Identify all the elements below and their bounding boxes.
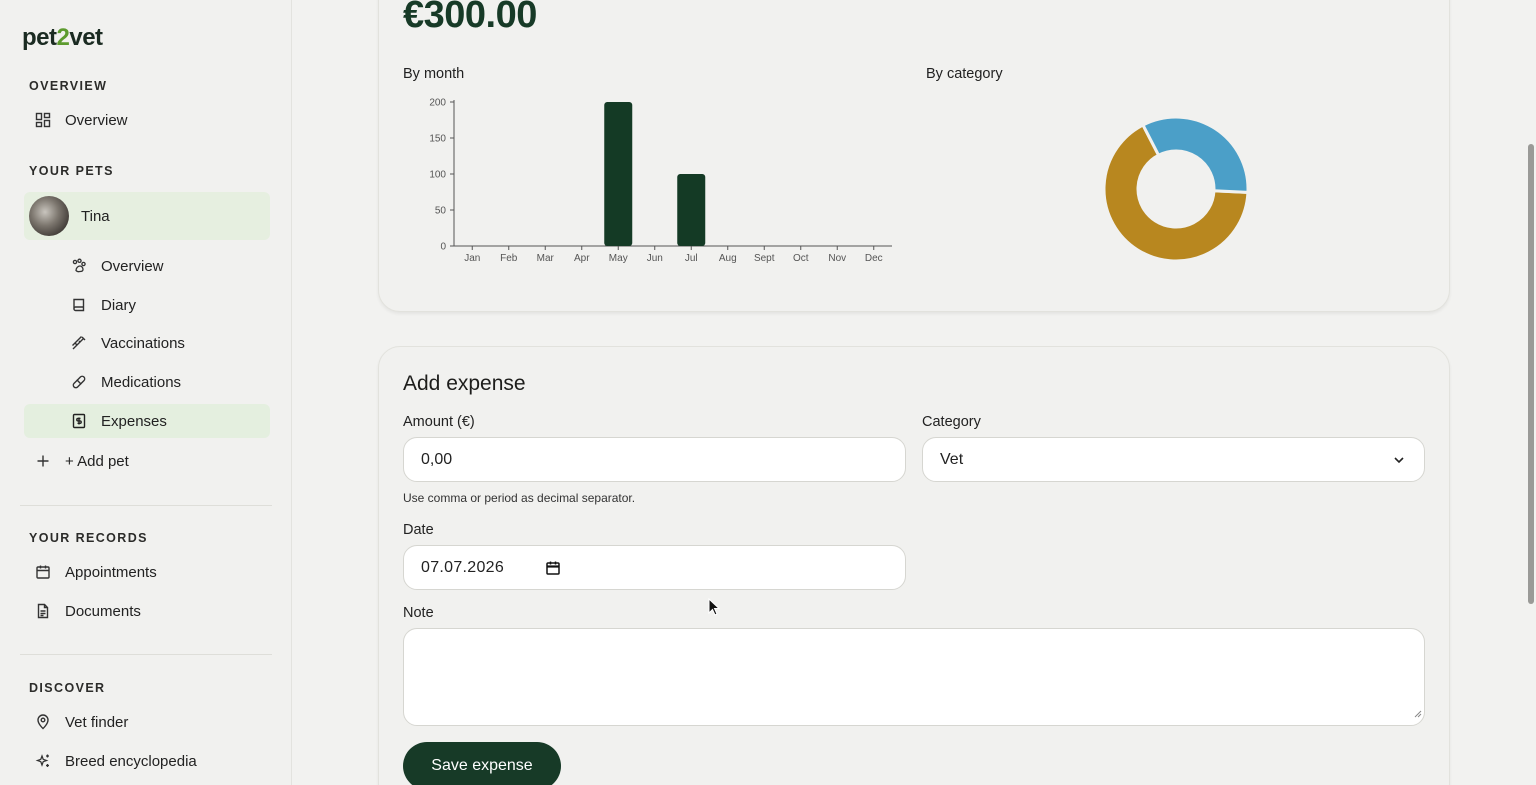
donut-slice-1 (1140, 115, 1250, 194)
sidebar-item-label: Overview (65, 111, 128, 129)
section-pets-label: YOUR PETS (29, 164, 114, 178)
sidebar-item-breed-encyclopedia[interactable]: Breed encyclopedia (24, 744, 270, 778)
sidebar-item-documents[interactable]: Documents (24, 594, 270, 628)
x-tick-label: Jul (685, 253, 698, 264)
sidebar-item-label: Medications (101, 373, 182, 391)
date-input[interactable]: 07.07.2026 (403, 545, 906, 590)
y-tick-label: 50 (435, 206, 447, 217)
chevron-down-icon (1392, 453, 1406, 472)
note-textarea[interactable] (403, 628, 1425, 726)
note-label: Note (403, 605, 434, 621)
add-pet-label: + Add pet (65, 452, 129, 470)
y-tick-label: 100 (429, 170, 446, 181)
sidebar-item-label: Overview (101, 257, 164, 275)
by-category-donut-chart (1102, 115, 1250, 263)
x-tick-label: Nov (828, 253, 846, 264)
app-root: pet2vet OVERVIEW Overview YOUR PETS Tina… (0, 0, 1536, 785)
sidebar-item-label: Vaccinations (101, 334, 185, 352)
date-value: 07.07.2026 (421, 558, 505, 576)
amount-input[interactable]: 0,00 (403, 437, 906, 482)
plus-icon (35, 453, 51, 469)
amount-hint: Use comma or period as decimal separator… (403, 491, 636, 505)
amount-value: 0,00 (421, 450, 453, 468)
y-tick-label: 150 (429, 134, 446, 145)
category-label: Category (922, 414, 981, 430)
x-tick-label: Sept (754, 253, 775, 264)
grid-icon (35, 112, 51, 128)
pet-avatar (29, 196, 69, 236)
sidebar: pet2vet OVERVIEW Overview YOUR PETS Tina… (0, 0, 292, 785)
syringe-icon (71, 335, 87, 351)
receipt-icon (71, 413, 87, 429)
x-tick-label: Aug (719, 253, 737, 264)
sidebar-item-label: Diary (101, 296, 137, 314)
book-icon (71, 297, 87, 313)
paw-icon (71, 258, 87, 274)
map-pin-icon (35, 714, 51, 730)
add-pet-button[interactable]: + Add pet (24, 444, 270, 478)
mouse-cursor-icon (708, 597, 721, 621)
save-expense-button[interactable]: Save expense (403, 742, 561, 785)
x-tick-label: Mar (537, 253, 555, 264)
sidebar-item-label: Expenses (101, 412, 167, 430)
x-tick-label: Apr (574, 253, 590, 264)
section-records-label: YOUR RECORDS (29, 531, 148, 545)
y-tick-label: 0 (440, 242, 446, 253)
category-value: Vet (940, 450, 964, 468)
by-month-title: By month (403, 66, 465, 82)
form-title: Add expense (403, 372, 526, 395)
section-discover-label: DISCOVER (29, 681, 106, 695)
sidebar-pet-tina[interactable]: Tina (24, 192, 270, 240)
by-category-title: By category (926, 66, 1003, 82)
pet-name: Tina (81, 207, 110, 225)
bar-may (604, 102, 633, 246)
x-tick-label: Oct (793, 253, 809, 264)
date-label: Date (403, 522, 434, 538)
calendar-icon (35, 564, 51, 580)
pill-icon (71, 374, 87, 390)
x-tick-label: Dec (865, 253, 883, 264)
sidebar-item-label: Appointments (65, 563, 157, 581)
sidebar-item-diary[interactable]: Diary (24, 288, 270, 322)
y-tick-label: 200 (429, 98, 446, 109)
amount-label: Amount (€) (403, 414, 475, 430)
sidebar-item-label: Documents (65, 602, 141, 620)
section-overview-label: OVERVIEW (29, 79, 108, 93)
document-icon (35, 603, 51, 619)
sidebar-item-overview[interactable]: Overview (24, 103, 270, 137)
sidebar-item-vaccinations[interactable]: Vaccinations (24, 326, 270, 360)
scrollbar-thumb[interactable] (1528, 144, 1534, 604)
x-tick-label: May (609, 253, 628, 264)
sidebar-item-expenses[interactable]: Expenses (24, 404, 270, 438)
resize-handle-icon[interactable] (1412, 705, 1422, 723)
bar-jul (677, 174, 706, 246)
sidebar-item-medications[interactable]: Medications (24, 365, 270, 399)
category-select[interactable]: Vet (922, 437, 1425, 482)
sidebar-divider (20, 654, 272, 655)
x-tick-label: Jan (464, 253, 480, 264)
app-logo[interactable]: pet2vet (22, 24, 103, 52)
sidebar-item-label: Breed encyclopedia (65, 752, 197, 770)
sidebar-item-appointments[interactable]: Appointments (24, 555, 270, 589)
sparkles-icon (35, 753, 51, 769)
total-amount: €300.00 (403, 0, 537, 36)
x-tick-label: Feb (500, 253, 518, 264)
calendar-picker-icon[interactable] (545, 560, 561, 581)
sidebar-divider (20, 505, 272, 506)
by-month-bar-chart: 0 50 100 150 200 Jan Feb Mar Apr May Jun Jul Aug Sept… (429, 98, 892, 264)
sidebar-item-vet-finder[interactable]: Vet finder (24, 705, 270, 739)
sidebar-item-label: Vet finder (65, 713, 129, 731)
x-tick-label: Jun (647, 253, 663, 264)
sidebar-item-pet-overview[interactable]: Overview (24, 249, 270, 283)
